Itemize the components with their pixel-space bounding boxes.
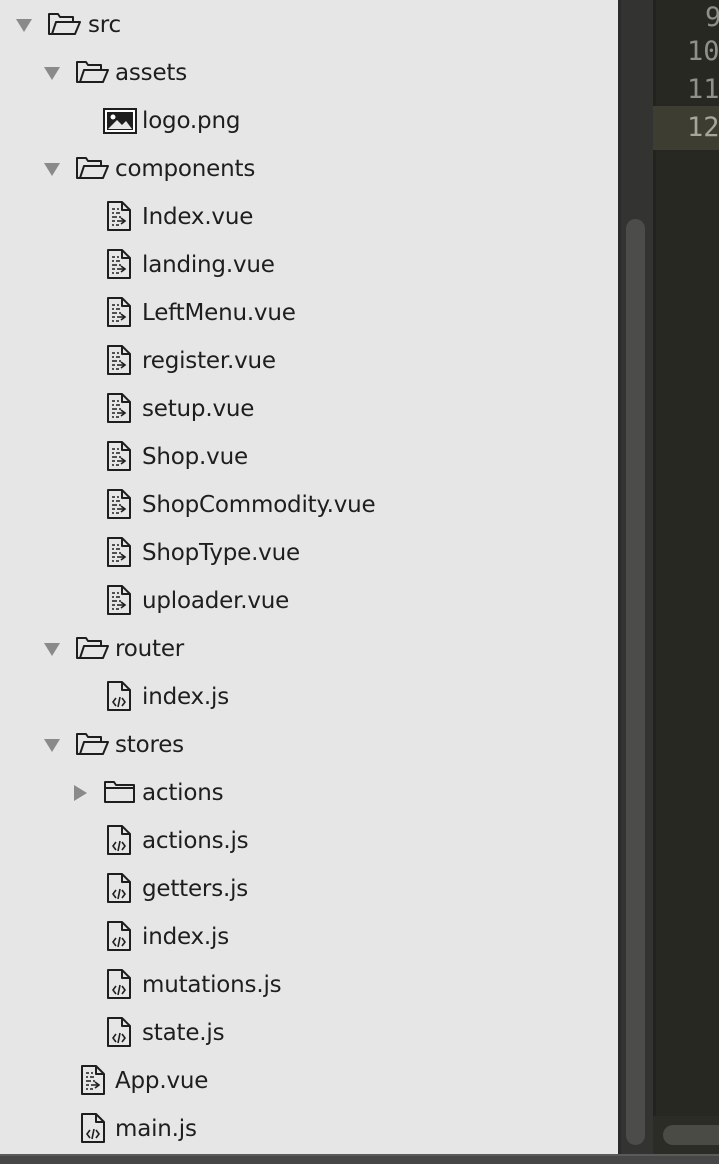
file-tree-sidebar: src assets logo.png components Index.vue land…: [0, 0, 618, 1154]
vue-file-icon: [106, 441, 132, 471]
triangle-down-icon[interactable]: [44, 737, 60, 753]
tree-item-label: getters.js: [142, 876, 249, 902]
tree-item-label: setup.vue: [142, 396, 255, 422]
tree-item-label: actions.js: [142, 828, 249, 854]
vue-file-icon: [106, 297, 132, 327]
tree-item-label: uploader.vue: [142, 588, 290, 614]
folder-icon: [47, 11, 81, 37]
tree-folder-row[interactable]: components: [0, 145, 618, 193]
tree-folder-row[interactable]: actions: [0, 769, 618, 817]
triangle-down-icon[interactable]: [44, 641, 60, 657]
tree-file-row[interactable]: mutations.js: [0, 961, 618, 1009]
js-file-icon: [106, 825, 132, 855]
tree-file-row[interactable]: getters.js: [0, 865, 618, 913]
tree-file-row[interactable]: App.vue: [0, 1057, 618, 1105]
tree-file-row[interactable]: actions.js: [0, 817, 618, 865]
tree-file-row[interactable]: register.vue: [0, 337, 618, 385]
vue-file-icon: [106, 201, 132, 231]
js-file-icon: [80, 1113, 106, 1143]
tree-file-row[interactable]: Shop.vue: [0, 433, 618, 481]
triangle-down-icon[interactable]: [16, 17, 32, 33]
tree-item-label: actions: [142, 780, 224, 806]
tree-file-row[interactable]: state.js: [0, 1009, 618, 1057]
tree-file-row[interactable]: ShopCommodity.vue: [0, 481, 618, 529]
tree-file-row[interactable]: ShopType.vue: [0, 529, 618, 577]
tree-item-label: Index.vue: [142, 204, 254, 230]
sidebar-scrollbar-thumb[interactable]: [626, 219, 645, 1145]
tree-item-label: logo.png: [142, 108, 241, 134]
js-file-icon: [106, 681, 132, 711]
tree-item-label: src: [88, 12, 121, 38]
tree-file-row[interactable]: uploader.vue: [0, 577, 618, 625]
tree-file-row[interactable]: Index.vue: [0, 193, 618, 241]
gutter-edge: [653, 0, 656, 1116]
tree-item-label: ShopType.vue: [142, 540, 300, 566]
tree-item-label: index.js: [142, 924, 230, 950]
code-editor[interactable]: 9 10 11 12: [653, 0, 719, 1154]
tree-item-label: index.js: [142, 684, 230, 710]
editor-horizontal-scrollbar-track[interactable]: [653, 1116, 719, 1154]
vue-file-icon: [106, 537, 132, 567]
editor-horizontal-scrollbar-thumb[interactable]: [663, 1125, 719, 1145]
folder-icon: [75, 635, 109, 661]
tree-folder-row[interactable]: stores: [0, 721, 618, 769]
vue-file-icon: [106, 345, 132, 375]
triangle-down-icon[interactable]: [44, 161, 60, 177]
status-bar: [0, 1154, 719, 1164]
tree-item-label: main.js: [115, 1116, 197, 1142]
tree-item-label: ShopCommodity.vue: [142, 492, 376, 518]
image-file-icon: [103, 108, 137, 134]
js-file-icon: [106, 1017, 132, 1047]
folder-icon: [75, 731, 109, 757]
triangle-down-icon[interactable]: [44, 65, 60, 81]
tree-item-label: assets: [115, 60, 188, 86]
js-file-icon: [106, 921, 132, 951]
tree-file-row[interactable]: landing.vue: [0, 241, 618, 289]
line-number-current: 12: [687, 112, 719, 143]
folder-icon: [103, 779, 135, 805]
vue-file-icon: [106, 489, 132, 519]
tree-file-row[interactable]: index.js: [0, 913, 618, 961]
tree-item-label: router: [115, 636, 185, 662]
js-file-icon: [106, 969, 132, 999]
tree-file-row[interactable]: setup.vue: [0, 385, 618, 433]
js-file-icon: [106, 873, 132, 903]
tree-folder-row[interactable]: router: [0, 625, 618, 673]
tree-item-label: LeftMenu.vue: [142, 300, 296, 326]
tree-folder-row[interactable]: assets: [0, 49, 618, 97]
vue-file-icon: [106, 393, 132, 423]
triangle-right-icon[interactable]: [72, 785, 88, 801]
tree-item-label: stores: [115, 732, 184, 758]
tree-file-row[interactable]: index.js: [0, 673, 618, 721]
tree-item-label: register.vue: [142, 348, 276, 374]
tree-item-label: App.vue: [115, 1068, 209, 1094]
tree-folder-row[interactable]: src: [0, 1, 618, 49]
tree-file-row[interactable]: main.js: [0, 1105, 618, 1153]
folder-icon: [75, 155, 109, 181]
tree-item-label: components: [115, 156, 256, 182]
vue-file-icon: [106, 585, 132, 615]
tree-file-row[interactable]: LeftMenu.vue: [0, 289, 618, 337]
folder-icon: [75, 59, 109, 85]
tree-item-label: state.js: [142, 1020, 225, 1046]
tree-item-label: landing.vue: [142, 252, 275, 278]
vue-file-icon: [80, 1065, 106, 1095]
tree-item-label: mutations.js: [142, 972, 282, 998]
tree-file-row[interactable]: logo.png: [0, 97, 618, 145]
tree-item-label: Shop.vue: [142, 444, 248, 470]
vue-file-icon: [106, 249, 132, 279]
